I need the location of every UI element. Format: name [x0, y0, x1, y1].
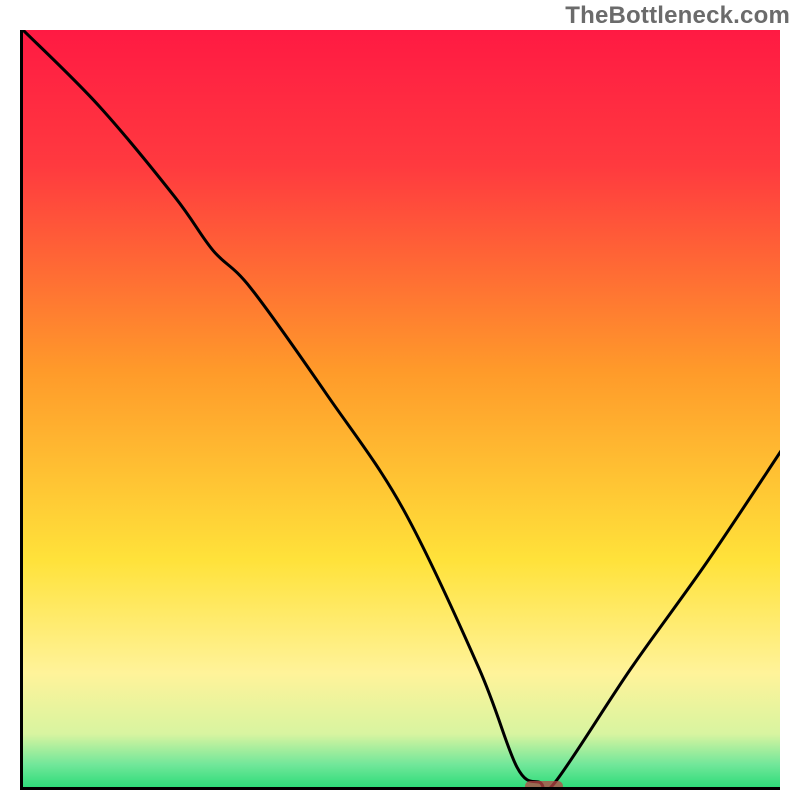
plot-area: [20, 30, 780, 790]
chart-root: { "watermark": "TheBottleneck.com", "col…: [0, 0, 800, 800]
bottleneck-curve: [23, 30, 780, 790]
optimal-region-marker: [525, 781, 563, 790]
plot-container: [20, 30, 780, 790]
watermark-text: TheBottleneck.com: [565, 2, 790, 30]
